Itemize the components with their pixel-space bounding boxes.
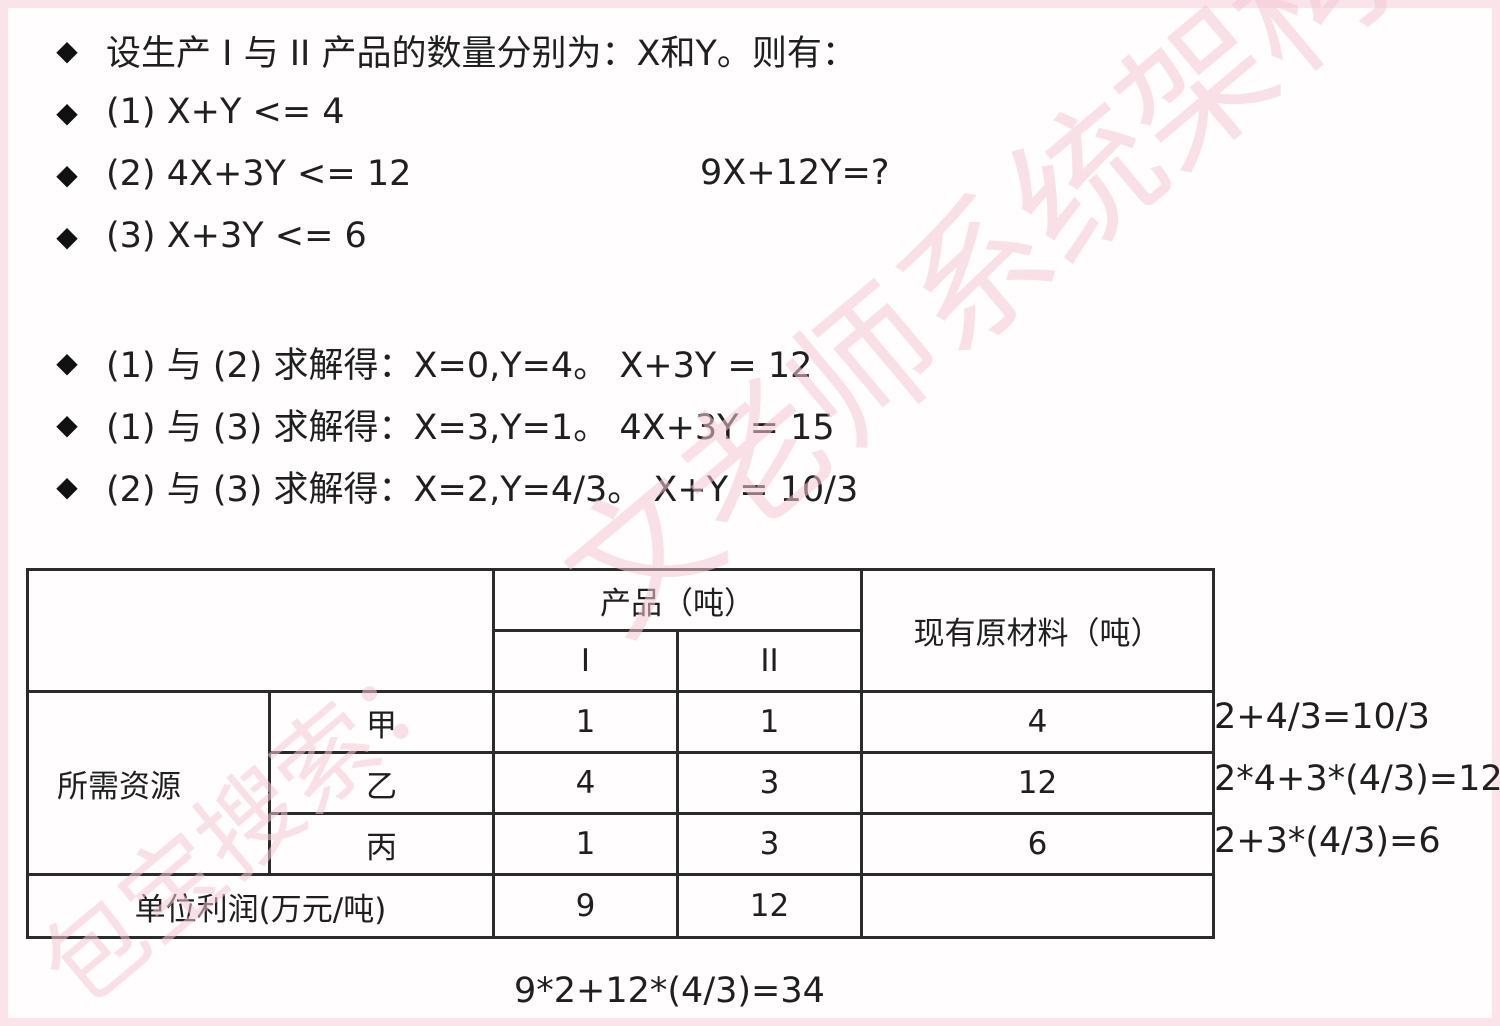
- document-page: { "intro": { "text": "设生产 I 与 II 产品的数量分别…: [0, 0, 1500, 1026]
- bullet-icon: ◆: [56, 95, 78, 129]
- product-header: 产品（吨）: [492, 568, 863, 632]
- objective-text: 9X+12Y=?: [700, 153, 890, 193]
- side-check: 2*4+3*(4/3)=12: [1214, 759, 1500, 799]
- solution-line: ◆ (2) 与 (3) 求解得：X=2,Y=4/3。 X+Y = 10/3: [52, 462, 858, 510]
- bullet-icon: ◆: [56, 219, 78, 253]
- profit-product-2: 12: [676, 873, 863, 939]
- table-corner-cell: [26, 568, 495, 693]
- profit-row: 单位利润(万元/吨) 9 12: [26, 873, 1215, 939]
- resource-name: 丙: [268, 812, 495, 876]
- bullet-icon: ◆: [56, 33, 78, 67]
- constraint-line: ◆ (3) X+3Y <= 6: [52, 212, 367, 260]
- constraint-line: ◆ (1) X+Y <= 4: [52, 88, 345, 136]
- bullet-icon: ◆: [56, 407, 78, 441]
- intro-line: ◆ 设生产 I 与 II 产品的数量分别为：X和Y。则有：: [52, 26, 857, 74]
- constraint-text: (3) X+3Y <= 6: [106, 216, 367, 256]
- material-cell: 4: [860, 690, 1215, 754]
- product-1-cell: 1: [492, 690, 679, 754]
- product-2-cell: 1: [676, 690, 863, 754]
- product-1-cell: 4: [492, 751, 679, 815]
- solution-line: ◆ (1) 与 (2) 求解得：X=0,Y=4。 X+3Y = 12: [52, 338, 812, 386]
- resource-table: 产品（吨） 现有原材料（吨） I II 所需资源 甲 1 1 4 乙 4 3 1…: [26, 568, 1215, 939]
- constraint-text: (1) X+Y <= 4: [106, 92, 345, 132]
- product-2-header: II: [676, 629, 863, 693]
- resource-name: 甲: [268, 690, 495, 754]
- solution-text: (1) 与 (2) 求解得：X=0,Y=4。 X+3Y = 12: [106, 345, 813, 386]
- profit-empty-cell: [860, 873, 1215, 939]
- product-1-header: I: [492, 629, 679, 693]
- profit-product-1: 9: [492, 873, 679, 939]
- product-1-cell: 1: [492, 812, 679, 876]
- solution-text: (1) 与 (3) 求解得：X=3,Y=1。 4X+3Y = 15: [106, 407, 835, 448]
- side-check: 2+4/3=10/3: [1214, 697, 1430, 737]
- constraint-line: ◆ (2) 4X+3Y <= 12: [52, 150, 411, 198]
- bullet-icon: ◆: [56, 469, 78, 503]
- product-2-cell: 3: [676, 812, 863, 876]
- constraint-text: (2) 4X+3Y <= 12: [106, 154, 412, 194]
- resource-name: 乙: [268, 751, 495, 815]
- document-content: ◆ 设生产 I 与 II 产品的数量分别为：X和Y。则有： ◆ (1) X+Y …: [8, 8, 1500, 1018]
- resource-label: 所需资源: [26, 690, 271, 876]
- solution-line: ◆ (1) 与 (3) 求解得：X=3,Y=1。 4X+3Y = 15: [52, 400, 835, 448]
- side-check: 2+3*(4/3)=6: [1214, 821, 1441, 861]
- final-result: 9*2+12*(4/3)=34: [514, 971, 825, 1011]
- material-header: 现有原材料（吨）: [860, 568, 1215, 693]
- bullet-icon: ◆: [56, 345, 78, 379]
- material-cell: 12: [860, 751, 1215, 815]
- table-header-row: 产品（吨） 现有原材料（吨）: [26, 568, 1215, 693]
- solution-text: (2) 与 (3) 求解得：X=2,Y=4/3。 X+Y = 10/3: [106, 469, 859, 510]
- profit-label: 单位利润(万元/吨): [26, 873, 495, 939]
- product-2-cell: 3: [676, 751, 863, 815]
- material-cell: 6: [860, 812, 1215, 876]
- intro-text: 设生产 I 与 II 产品的数量分别为：X和Y。则有：: [106, 33, 857, 74]
- table-row: 所需资源 甲 1 1 4: [26, 690, 1215, 876]
- bullet-icon: ◆: [56, 157, 78, 191]
